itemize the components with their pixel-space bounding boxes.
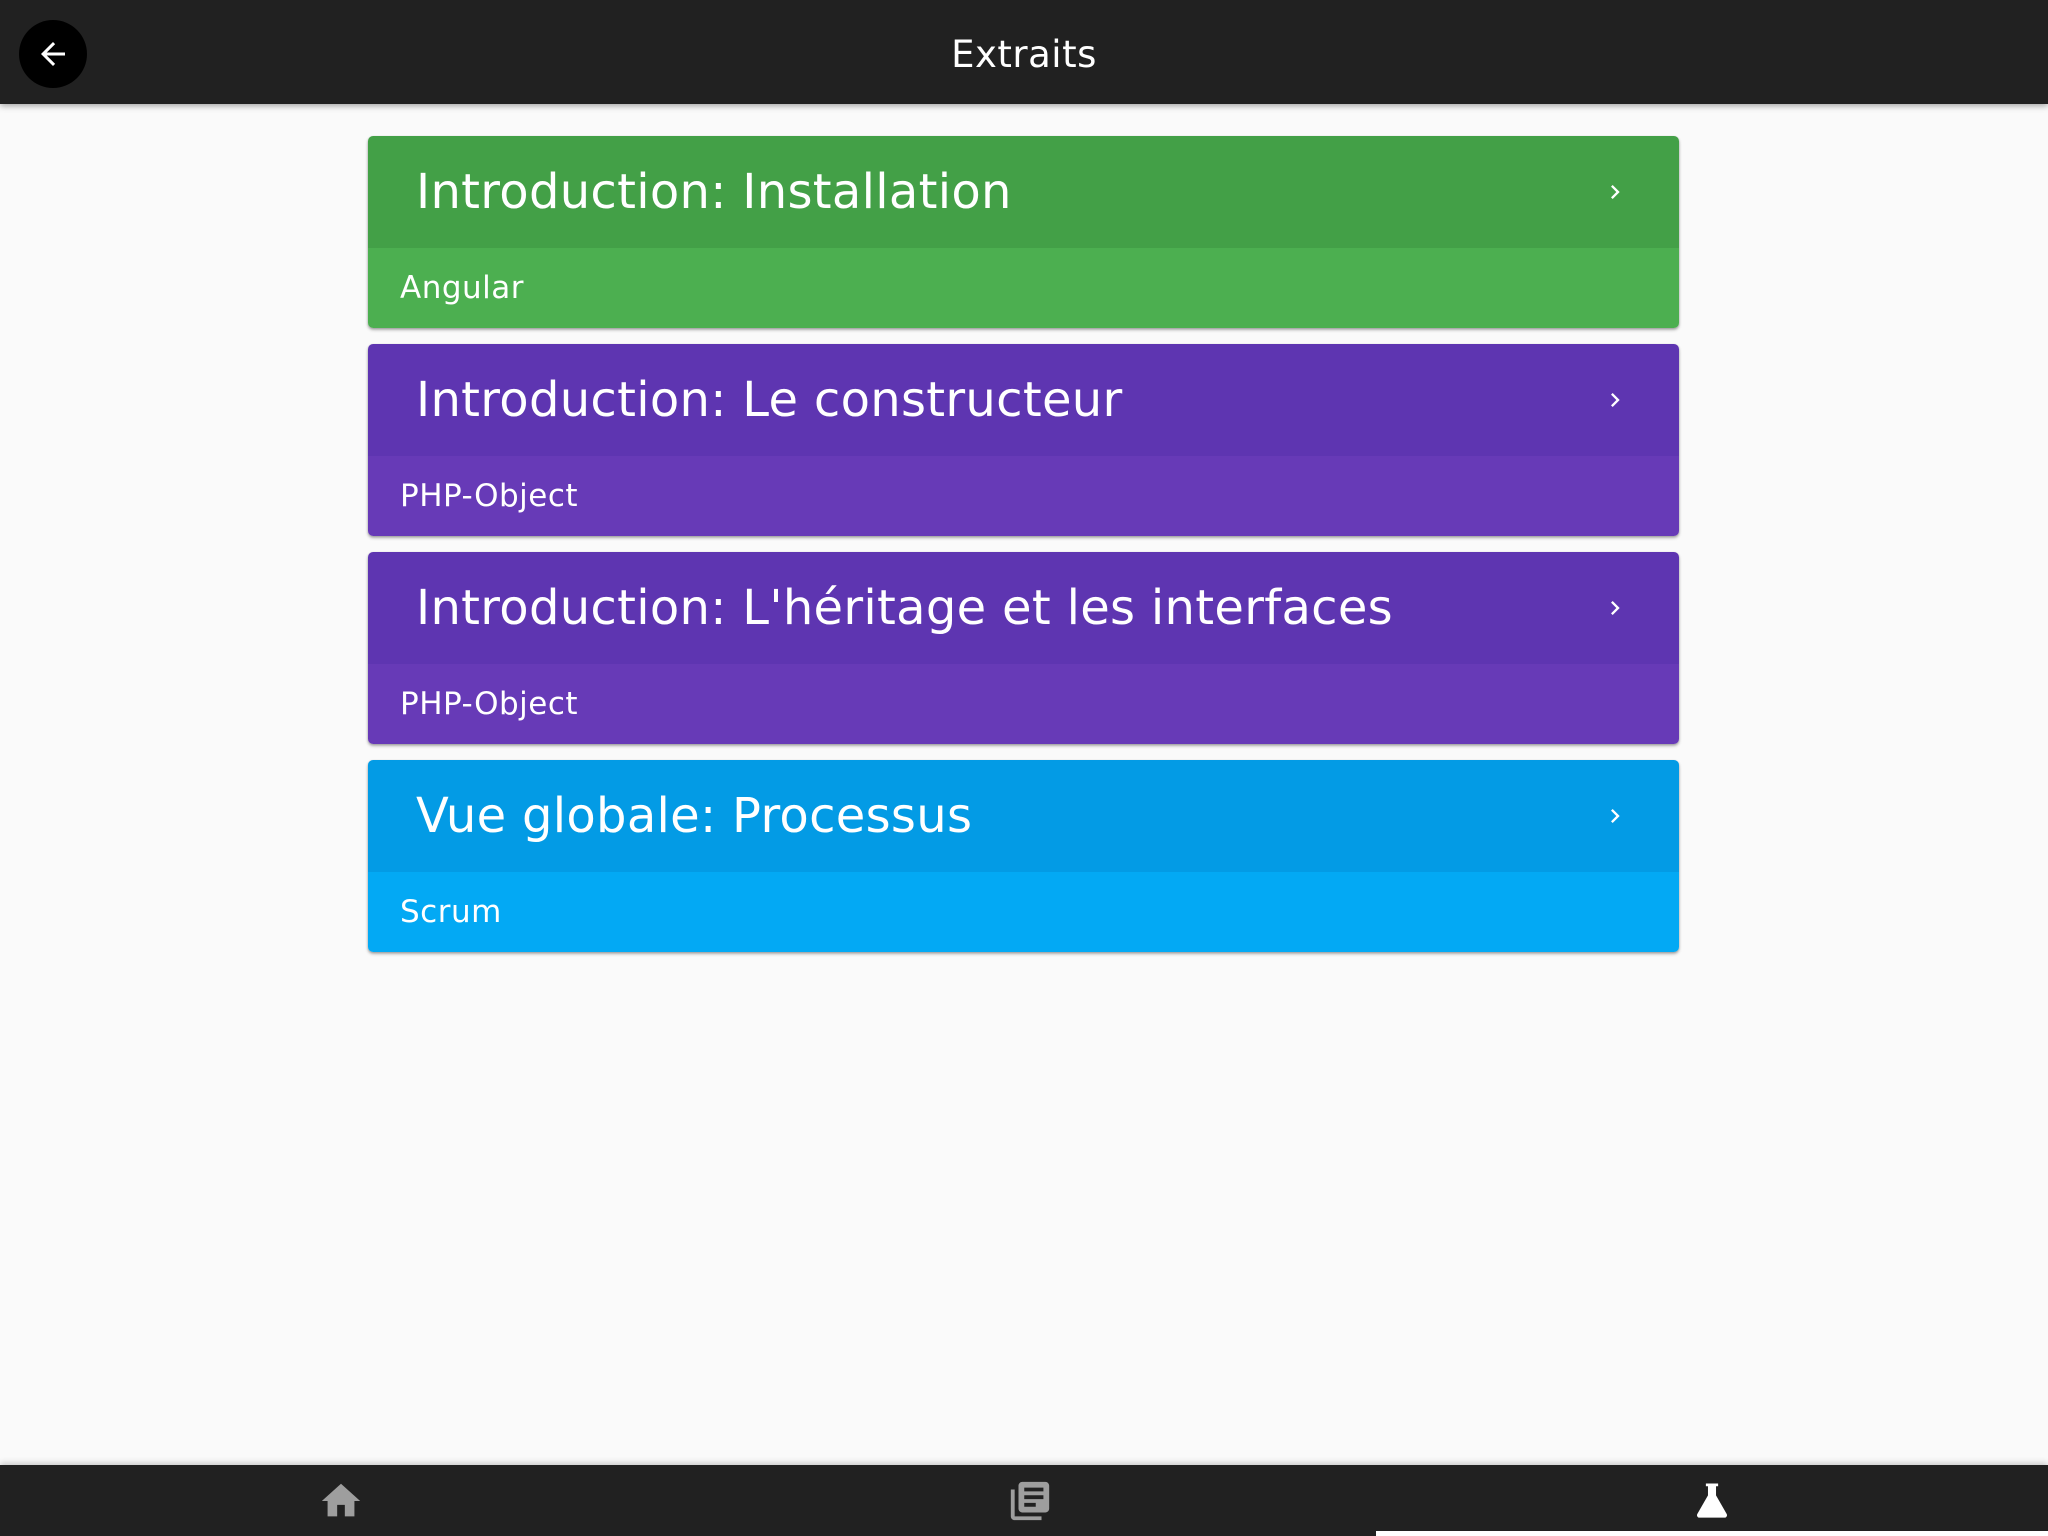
active-tab-indicator [1376,1531,2048,1536]
card-title: Introduction: Installation [416,164,1012,220]
nav-home[interactable] [0,1465,682,1536]
card-header: Introduction: Le constructeur [368,344,1679,456]
extract-card[interactable]: Introduction: L'héritage et les interfac… [368,552,1679,744]
page-title: Extraits [951,33,1097,76]
extract-card[interactable]: Introduction: Le constructeur PHP-Object [368,344,1679,536]
card-category: PHP-Object [400,686,579,722]
flask-icon [1696,1483,1728,1518]
chevron-right-icon [1611,393,1620,407]
card-category: Angular [400,270,525,306]
card-footer: PHP-Object [368,664,1679,744]
app-bar: Extraits [0,0,2048,104]
nav-articles[interactable] [689,1465,1371,1536]
extract-card[interactable]: Vue globale: Processus Scrum [368,760,1679,952]
article-icon [1010,1481,1050,1520]
card-title: Introduction: L'héritage et les interfac… [416,580,1393,636]
card-title: Vue globale: Processus [416,788,973,844]
home-icon [321,1483,361,1516]
card-title: Introduction: Le constructeur [416,372,1123,428]
bottom-navigation [0,1465,2048,1536]
nav-extracts[interactable] [1376,1465,2048,1536]
card-category: Scrum [400,894,502,930]
card-footer: Angular [368,248,1679,328]
card-header: Introduction: L'héritage et les interfac… [368,552,1679,664]
card-header: Introduction: Installation [368,136,1679,248]
chevron-right-icon [1611,185,1620,199]
card-footer: Scrum [368,872,1679,952]
card-category: PHP-Object [400,478,579,514]
card-footer: PHP-Object [368,456,1679,536]
chevron-right-icon [1611,809,1620,823]
chevron-right-icon [1611,601,1620,615]
extract-card[interactable]: Introduction: Installation Angular [368,136,1679,328]
card-header: Vue globale: Processus [368,760,1679,872]
extracts-list: Introduction: Installation Angular Intro… [368,136,1679,968]
